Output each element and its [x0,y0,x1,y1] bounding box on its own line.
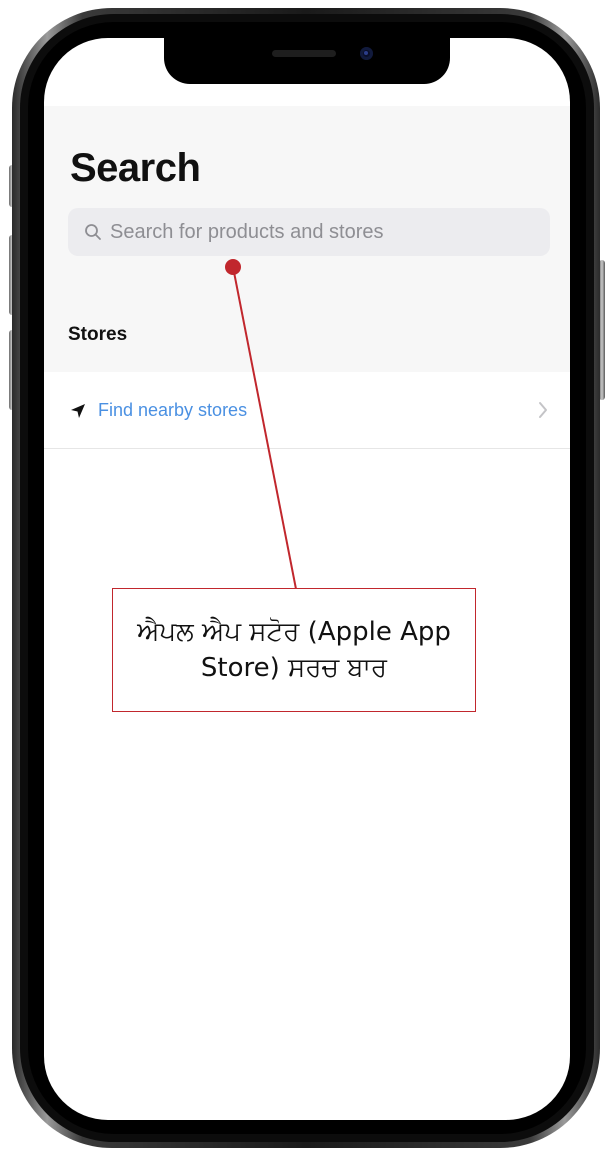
find-nearby-stores-label: Find nearby stores [98,400,248,420]
stores-section-header: Stores [44,286,570,373]
chevron-right-icon [539,402,547,418]
page-title: Search [70,146,201,190]
search-icon [85,224,101,240]
navigation-header: Search [44,106,570,287]
stage: Search Stores Find nearby stores [0,0,614,1155]
phone-screen: Search Stores Find nearby stores [44,38,570,1120]
location-arrow-icon [71,404,85,418]
notch [164,38,450,84]
annotation-text: ਐਪਲ ਐਪ ਸਟੋਰ (Apple App Store) ਸਰਚ ਬਾਰ [137,616,451,683]
annotation-callout: ਐਪਲ ਐਪ ਸਟੋਰ (Apple App Store) ਸਰਚ ਬਾਰ [112,588,476,712]
search-bar[interactable] [68,208,550,256]
front-camera-icon [360,47,373,60]
earpiece-speaker [272,50,336,57]
search-input[interactable] [110,220,530,244]
stores-section-title: Stores [68,324,128,345]
find-nearby-stores-row[interactable]: Find nearby stores [44,372,570,449]
